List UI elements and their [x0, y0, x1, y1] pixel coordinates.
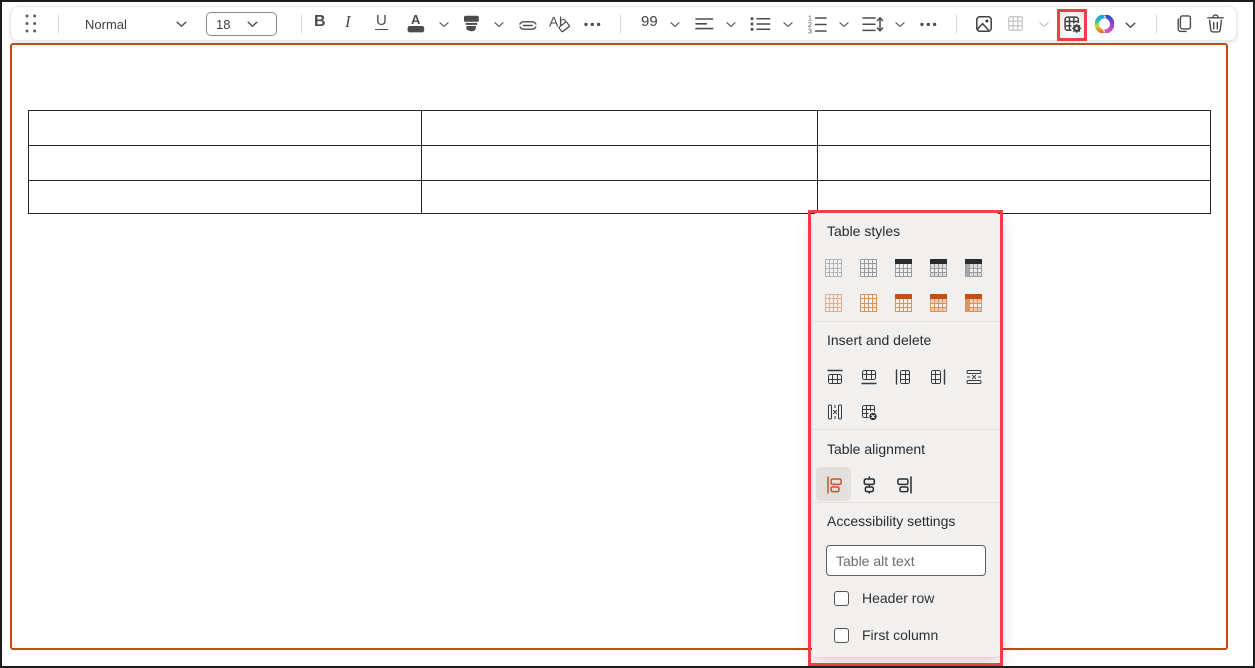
svg-text:3: 3 [808, 28, 812, 33]
svg-text:A: A [549, 14, 559, 30]
svg-text:A: A [411, 13, 421, 27]
